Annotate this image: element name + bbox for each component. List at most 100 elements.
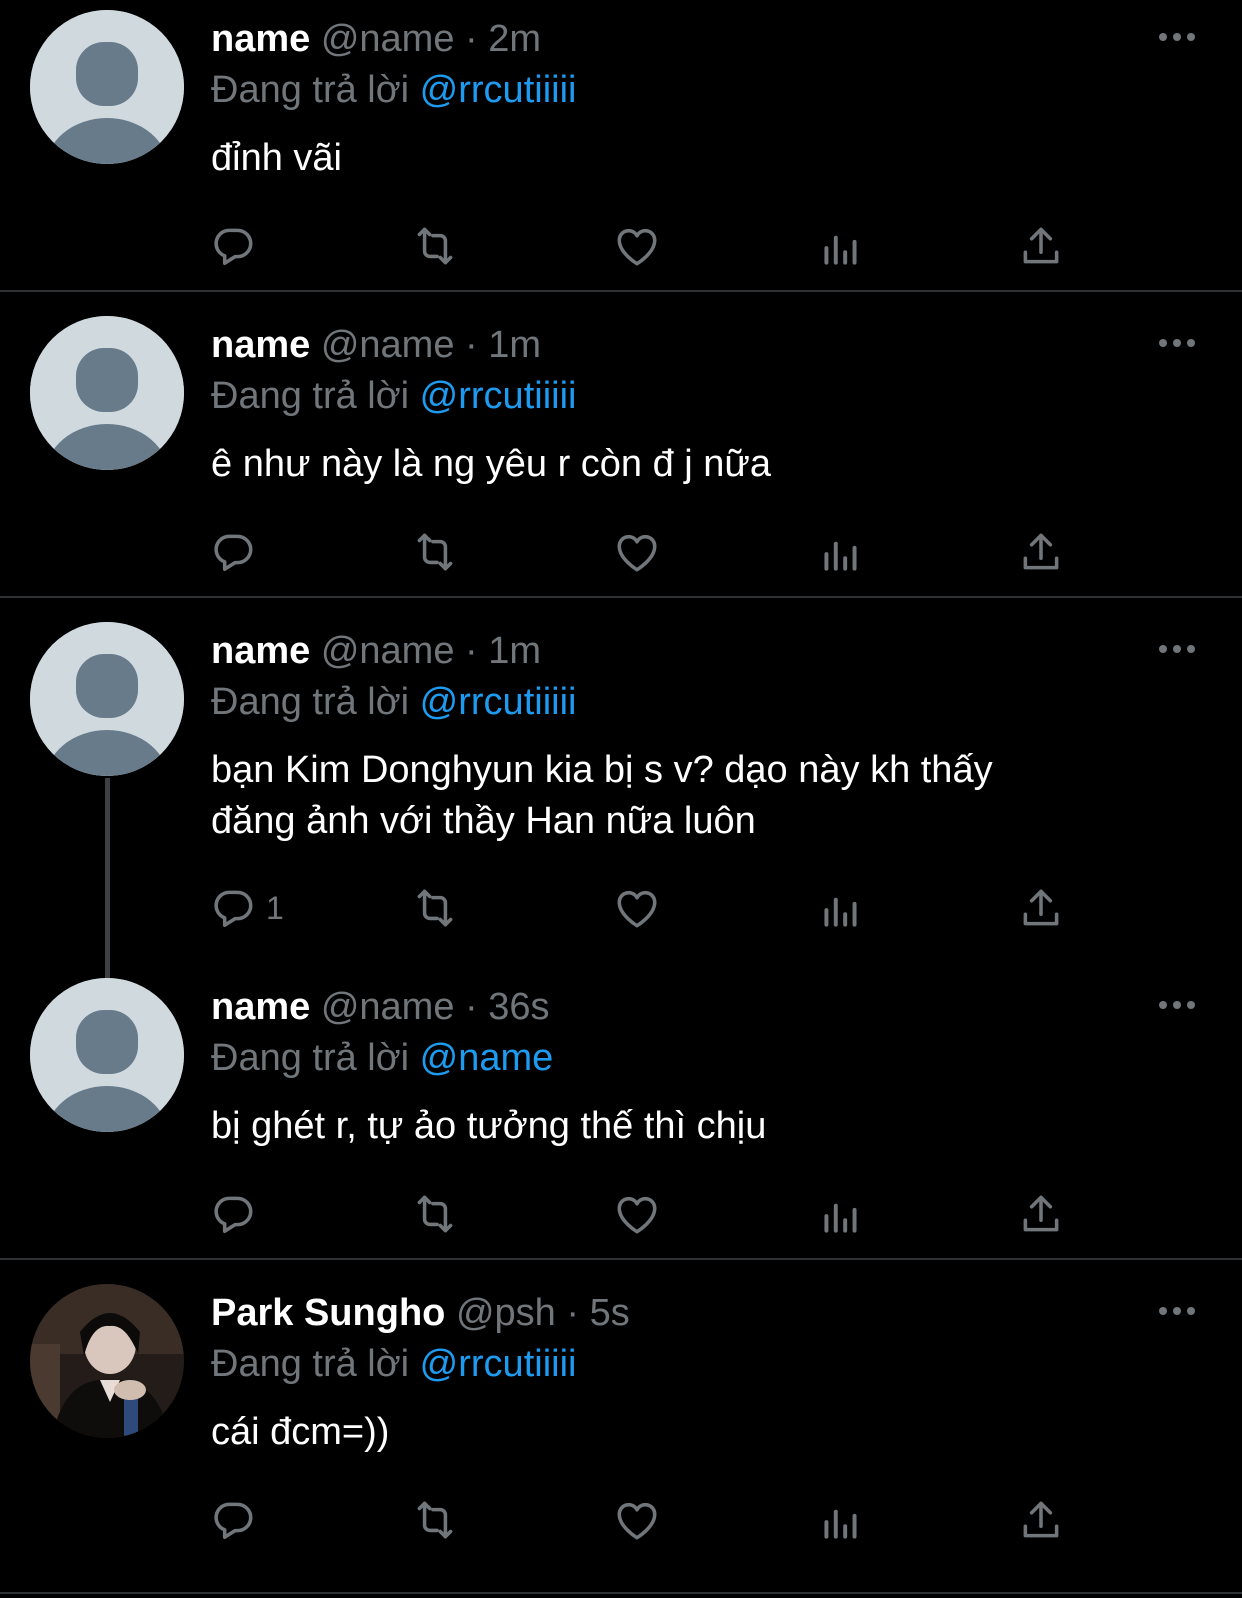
more-icon[interactable]: [1157, 639, 1197, 659]
user-handle[interactable]: @name: [321, 324, 455, 366]
share-icon: [1023, 889, 1059, 926]
replying-to-label: Đang trả lời: [211, 1037, 420, 1079]
mention-link[interactable]: @rrcutiiiii: [420, 69, 577, 111]
divider: [0, 290, 1242, 292]
reply-button[interactable]: [208, 1188, 266, 1240]
display-name[interactable]: name: [211, 324, 310, 366]
share-button[interactable]: [1016, 882, 1066, 934]
share-icon: [1023, 1195, 1059, 1232]
default-avatar-icon: [30, 10, 184, 164]
default-avatar-icon: [30, 978, 184, 1132]
timestamp[interactable]: 2m: [488, 18, 541, 60]
mention-link[interactable]: @name: [420, 1037, 554, 1079]
replying-to-label: Đang trả lời: [211, 681, 420, 723]
views-button[interactable]: [816, 526, 866, 578]
retweet-icon: [417, 1501, 453, 1539]
avatar[interactable]: [30, 978, 184, 1132]
retweet-button[interactable]: [410, 1494, 460, 1546]
user-handle[interactable]: @name: [321, 630, 455, 672]
retweet-button[interactable]: [410, 1188, 460, 1240]
like-button[interactable]: [612, 526, 662, 578]
views-button[interactable]: [816, 1188, 866, 1240]
divider: [0, 1258, 1242, 1260]
avatar[interactable]: [30, 316, 184, 470]
replying-to: Đang trả lời @rrcutiiiii: [211, 68, 576, 112]
views-icon: [824, 1509, 857, 1539]
like-button[interactable]: [612, 1494, 662, 1546]
divider: [0, 1592, 1242, 1594]
replying-to: Đang trả lời @rrcutiiiii: [211, 374, 576, 418]
views-button[interactable]: [816, 1494, 866, 1546]
more-icon[interactable]: [1157, 27, 1197, 47]
replying-to: Đang trả lời @rrcutiiiii: [211, 1342, 576, 1386]
tweet-text: bạn Kim Donghyun kia bị s v? dạo này kh …: [211, 745, 1211, 847]
replying-to: Đang trả lời @name: [211, 1036, 553, 1080]
reply-button[interactable]: 1: [208, 882, 284, 934]
replying-to-label: Đang trả lời: [211, 69, 420, 111]
tweet-text-line: bạn Kim Donghyun kia bị s v? dạo này kh …: [211, 749, 993, 791]
share-button[interactable]: [1016, 526, 1066, 578]
share-button[interactable]: [1016, 1494, 1066, 1546]
retweet-button[interactable]: [410, 220, 460, 272]
avatar[interactable]: [30, 10, 184, 164]
timestamp[interactable]: 1m: [488, 324, 541, 366]
tweet-header: name @name · 2m: [211, 17, 541, 61]
more-icon[interactable]: [1157, 1301, 1197, 1321]
separator-dot: ·: [555, 1292, 590, 1334]
more-icon[interactable]: [1157, 995, 1197, 1015]
mention-link[interactable]: @rrcutiiiii: [420, 1343, 577, 1385]
timestamp[interactable]: 5s: [590, 1292, 630, 1334]
reply-icon: [214, 1196, 253, 1234]
like-button[interactable]: [612, 882, 662, 934]
replying-to-label: Đang trả lời: [211, 375, 420, 417]
views-icon: [824, 897, 857, 927]
tweet-header: name @name · 1m: [211, 323, 541, 367]
views-button[interactable]: [816, 882, 866, 934]
tweet-text: ê như này là ng yêu r còn đ j nữa: [211, 443, 771, 485]
separator-dot: ·: [454, 18, 489, 60]
replying-to: Đang trả lời @rrcutiiiii: [211, 680, 576, 724]
share-button[interactable]: [1016, 1188, 1066, 1240]
share-button[interactable]: [1016, 220, 1066, 272]
views-icon: [824, 541, 857, 571]
reply-button[interactable]: [208, 1494, 266, 1546]
display-name[interactable]: name: [211, 18, 310, 60]
reply-icon: [214, 534, 253, 572]
display-name[interactable]: name: [211, 986, 310, 1028]
avatar[interactable]: [30, 622, 184, 776]
retweet-icon: [417, 533, 453, 571]
timestamp[interactable]: 1m: [488, 630, 541, 672]
views-button[interactable]: [816, 220, 866, 272]
display-name[interactable]: name: [211, 630, 310, 672]
retweet-button[interactable]: [410, 882, 460, 934]
user-handle[interactable]: @psh: [456, 1292, 556, 1334]
timestamp[interactable]: 36s: [488, 986, 549, 1028]
like-button[interactable]: [612, 1188, 662, 1240]
reply-button[interactable]: [208, 220, 266, 272]
share-icon: [1023, 227, 1059, 264]
thread-connector: [105, 778, 110, 996]
like-button[interactable]: [612, 220, 662, 272]
more-icon[interactable]: [1157, 333, 1197, 353]
retweet-button[interactable]: [410, 526, 460, 578]
views-icon: [824, 1203, 857, 1233]
reply-button[interactable]: [208, 526, 266, 578]
tweet-header: Park Sungho @psh · 5s: [211, 1291, 630, 1335]
mention-link[interactable]: @rrcutiiiii: [420, 375, 577, 417]
reply-icon: [214, 1502, 253, 1540]
separator-dot: ·: [454, 986, 489, 1028]
user-handle[interactable]: @name: [321, 986, 455, 1028]
tweet-header: name @name · 36s: [211, 985, 550, 1029]
reply-feed: name @name · 2m Đang trả lời @rrcutiiiii…: [0, 0, 1242, 1598]
heart-icon: [617, 890, 657, 928]
retweet-icon: [417, 889, 453, 927]
avatar[interactable]: [30, 1284, 184, 1438]
retweet-icon: [417, 227, 453, 265]
separator-dot: ·: [454, 630, 489, 672]
mention-link[interactable]: @rrcutiiiii: [420, 681, 577, 723]
heart-icon: [617, 534, 657, 572]
user-handle[interactable]: @name: [321, 18, 455, 60]
tweet-header: name @name · 1m: [211, 629, 541, 673]
tweet-text: bị ghét r, tự ảo tưởng thế thì chịu: [211, 1105, 767, 1147]
display-name[interactable]: Park Sungho: [211, 1292, 445, 1334]
